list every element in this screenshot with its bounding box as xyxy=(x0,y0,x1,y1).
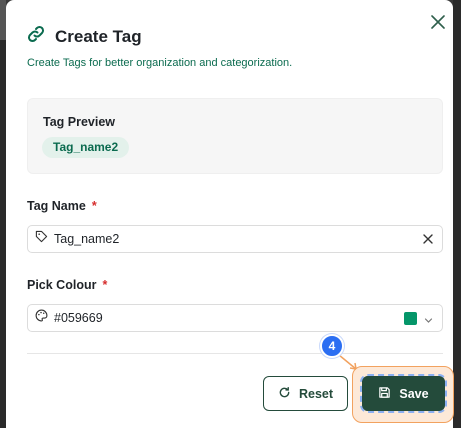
pick-colour-label: Pick Colour * xyxy=(27,278,107,292)
backdrop-right xyxy=(453,0,461,428)
reset-button[interactable]: Reset xyxy=(263,376,348,411)
pick-colour-label-text: Pick Colour xyxy=(27,278,97,292)
tag-preview-panel: Tag Preview Tag_name2 xyxy=(27,98,443,174)
tag-name-value: Tag_name2 xyxy=(54,232,120,246)
link-icon xyxy=(26,24,46,49)
tag-icon xyxy=(35,230,48,248)
clear-icon[interactable] xyxy=(421,232,435,246)
dialog-title: Create Tag xyxy=(55,26,142,46)
save-icon xyxy=(378,386,391,402)
save-label: Save xyxy=(399,386,429,401)
required-mark: * xyxy=(102,278,108,292)
required-mark: * xyxy=(91,199,97,213)
palette-icon xyxy=(35,309,48,327)
refresh-icon xyxy=(278,386,291,402)
tag-preview-chip: Tag_name2 xyxy=(42,137,130,158)
step-badge: 4 xyxy=(320,334,344,358)
tag-preview-label: Tag Preview xyxy=(43,115,116,129)
colour-value: #059669 xyxy=(54,311,103,325)
chevron-down-icon[interactable] xyxy=(423,313,434,324)
reset-label: Reset xyxy=(298,386,334,401)
save-button[interactable]: Save xyxy=(360,374,447,413)
footer-divider xyxy=(27,353,443,354)
close-icon[interactable] xyxy=(429,13,447,31)
dialog-subtitle: Create Tags for better organization and … xyxy=(27,57,293,69)
tag-name-label-text: Tag Name xyxy=(27,199,86,213)
tag-name-input[interactable]: Tag_name2 xyxy=(27,225,443,253)
colour-swatch[interactable] xyxy=(404,312,417,325)
colour-picker-input[interactable]: #059669 xyxy=(27,304,443,332)
tag-name-label: Tag Name * xyxy=(27,199,97,213)
pointer-arrow-icon xyxy=(338,354,357,370)
dialog-header: Create Tag xyxy=(26,24,142,49)
create-tag-dialog: Create Tag Create Tags for better organi… xyxy=(6,0,454,428)
